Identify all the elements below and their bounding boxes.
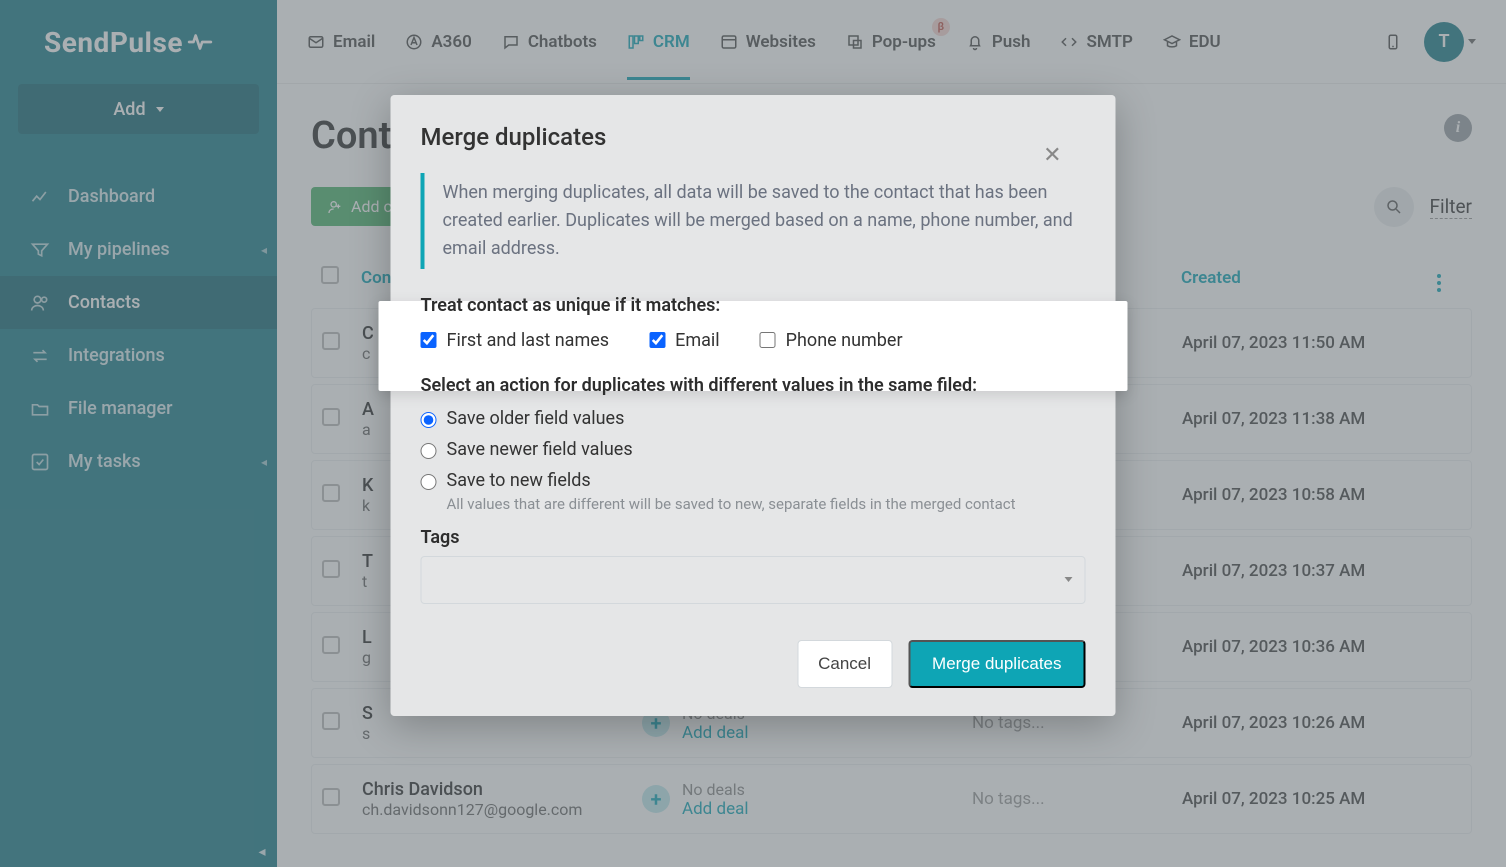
check-phone-label: Phone number — [786, 330, 903, 351]
modal-actions: Cancel Merge duplicates — [421, 640, 1086, 688]
cancel-button[interactable]: Cancel — [797, 640, 892, 688]
check-names-label: First and last names — [447, 330, 610, 351]
check-email-label: Email — [675, 330, 720, 351]
radio-newfields-desc: All values that are different will be sa… — [447, 495, 1086, 513]
close-icon[interactable]: ✕ — [1043, 143, 1061, 168]
radio-older-label: Save older field values — [447, 408, 625, 429]
radio-newfields[interactable]: Save to new fields — [421, 470, 1086, 491]
radio-older-input[interactable] — [421, 412, 437, 428]
caret-down-icon — [1065, 577, 1073, 582]
action-label: Select an action for duplicates with dif… — [421, 375, 1086, 396]
check-email-input[interactable] — [649, 332, 665, 348]
tags-label: Tags — [421, 527, 1086, 548]
radio-older[interactable]: Save older field values — [421, 408, 1086, 429]
action-radios: Save older field values Save newer field… — [421, 408, 1086, 513]
unique-label: Treat contact as unique if it matches: — [421, 295, 1086, 316]
check-names-input[interactable] — [421, 332, 437, 348]
check-phone[interactable]: Phone number — [760, 330, 903, 351]
check-email[interactable]: Email — [649, 330, 720, 351]
check-names[interactable]: First and last names — [421, 330, 610, 351]
radio-newfields-label: Save to new fields — [447, 470, 591, 491]
radio-newer-input[interactable] — [421, 443, 437, 459]
radio-newer[interactable]: Save newer field values — [421, 439, 1086, 460]
merge-duplicates-modal: ✕ Merge duplicates When merging duplicat… — [391, 95, 1116, 716]
radio-newfields-input[interactable] — [421, 474, 437, 490]
tags-select[interactable] — [421, 556, 1086, 604]
modal-info: When merging duplicates, all data will b… — [421, 173, 1086, 269]
merge-button[interactable]: Merge duplicates — [908, 640, 1085, 688]
check-phone-input[interactable] — [760, 332, 776, 348]
modal-title: Merge duplicates — [421, 123, 1086, 151]
unique-checks: First and last names Email Phone number — [421, 330, 1086, 351]
radio-newer-label: Save newer field values — [447, 439, 633, 460]
